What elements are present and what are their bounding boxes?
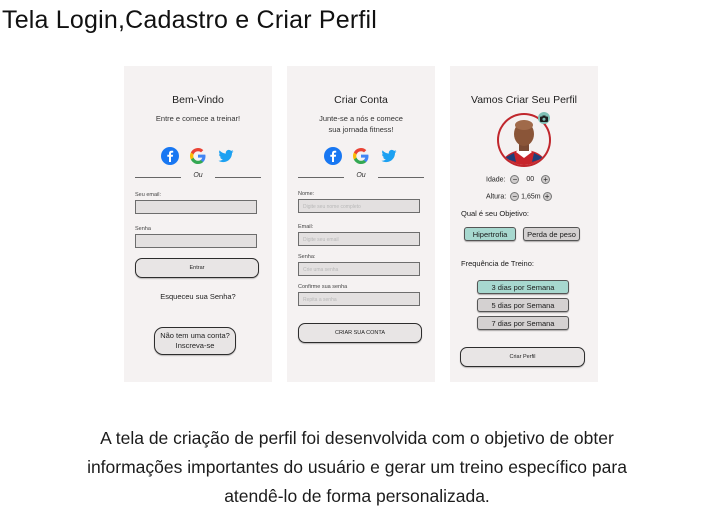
signup-line-2: Inscreva-se [175, 341, 215, 350]
goal-option-hipertrofia[interactable]: Hipertrofia [464, 227, 516, 241]
twitter-icon[interactable] [217, 146, 236, 165]
register-password-label: Senha: [298, 254, 316, 260]
register-subtitle-1: Junte-se a nós e comece [319, 114, 403, 123]
description-line-1: A tela de criação de perfil foi desenvol… [100, 428, 614, 448]
frequency-option-7[interactable]: 7 dias por Semana [477, 316, 569, 330]
register-subtitle-2: sua jornada fitness! [328, 125, 394, 134]
login-subtitle: Entre e comece a treinar! [155, 114, 241, 123]
divider-line [215, 177, 261, 178]
frequency-option-5[interactable]: 5 dias por Semana [477, 298, 569, 312]
age-decrease-button[interactable]: − [510, 175, 520, 184]
name-label: Nome: [298, 191, 315, 197]
age-increase-button[interactable]: + [541, 175, 551, 184]
page-title: Tela Login,Cadastro e Criar Perfil [2, 6, 378, 34]
height-decrease-button[interactable]: − [510, 192, 520, 201]
twitter-icon[interactable] [380, 146, 399, 165]
confirm-password-label: Confirme sua senha [298, 284, 348, 290]
description-line-2: informações importantes do usuário e ger… [87, 457, 627, 477]
profile-screen: Vamos Criar Seu Perfil Idade: − 00 + Alt… [450, 66, 598, 382]
google-icon[interactable] [189, 146, 208, 165]
register-email-label: Email: [298, 224, 314, 230]
name-field[interactable]: Digite seu nome completo [298, 199, 420, 213]
register-screen: Criar Conta Junte-se a nós e comece sua … [287, 66, 435, 382]
register-password-field[interactable]: Crie uma senha [298, 262, 420, 276]
signup-button[interactable]: Não tem uma conta? Inscreva-se [154, 327, 236, 355]
camera-icon[interactable] [538, 112, 550, 124]
social-login-row [124, 146, 272, 165]
or-divider: Ou [135, 172, 261, 182]
signup-line-1: Não tem uma conta? [160, 331, 230, 340]
goal-option-perda-de-peso[interactable]: Perda de peso [523, 227, 580, 241]
description: A tela de criação de perfil foi desenvol… [0, 424, 714, 511]
frequency-option-3[interactable]: 3 dias por Semana [477, 280, 569, 294]
age-row: Idade: − 00 + [486, 175, 551, 184]
description-line-3: atendê-lo de forma personalizada. [224, 486, 490, 506]
email-label: Seu email: [135, 192, 161, 198]
login-screen: Bem-Vindo Entre e comece a treinar! Ou S… [124, 66, 272, 382]
forgot-password-link[interactable]: Esqueceu sua Senha? [124, 292, 272, 301]
facebook-icon[interactable] [324, 146, 343, 165]
password-label: Senha [135, 226, 151, 232]
create-account-button[interactable]: CRIAR SUA CONTA [298, 323, 422, 343]
height-label: Altura: [486, 193, 507, 201]
email-field[interactable] [135, 200, 257, 214]
profile-title: Vamos Criar Seu Perfil [470, 94, 577, 106]
create-profile-button[interactable]: Criar Perfil [460, 347, 585, 367]
height-value: 1,65m [521, 193, 541, 201]
facebook-icon[interactable] [161, 146, 180, 165]
height-row: Altura: − 1,65m + [486, 192, 552, 201]
divider-line [378, 177, 424, 178]
register-title: Criar Conta [334, 94, 388, 106]
password-field[interactable] [135, 234, 257, 248]
or-divider: Ou [298, 172, 424, 182]
social-register-row [287, 146, 435, 165]
age-value: 00 [526, 176, 535, 184]
login-title: Bem-Vindo [172, 94, 224, 106]
age-label: Idade: [486, 176, 506, 184]
confirm-password-field[interactable]: Repita a senha [298, 292, 420, 306]
height-increase-button[interactable]: + [542, 192, 552, 201]
google-icon[interactable] [352, 146, 371, 165]
goal-label: Qual é seu Objetivo: [461, 209, 529, 218]
login-button[interactable]: Entrar [135, 258, 259, 278]
frequency-label: Frequência de Treino: [461, 259, 534, 268]
register-email-field[interactable]: Digite seu email [298, 232, 420, 246]
